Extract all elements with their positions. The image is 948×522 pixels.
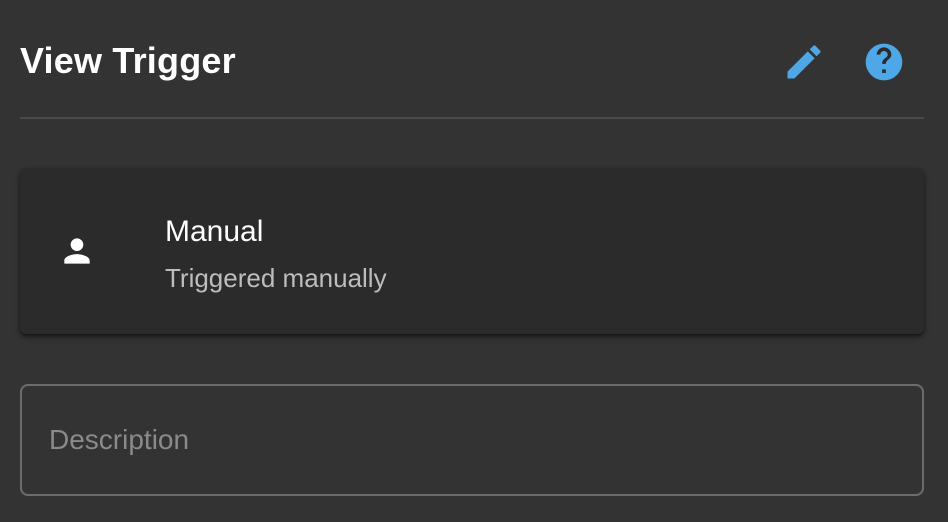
help-button[interactable] [860,38,908,86]
trigger-card: Manual Triggered manually [20,168,924,334]
trigger-subtitle: Triggered manually [165,263,387,293]
view-trigger-page: View Trigger Manual Triggered manually D… [0,0,948,522]
trigger-title: Manual [165,215,264,248]
page-title: View Trigger [20,40,236,81]
pencil-icon [787,45,821,79]
edit-button[interactable] [780,38,828,86]
help-circle-icon [865,43,903,81]
person-icon [64,238,90,264]
description-placeholder: Description [49,424,190,455]
description-field[interactable]: Description [20,384,924,496]
header: View Trigger [20,0,924,119]
